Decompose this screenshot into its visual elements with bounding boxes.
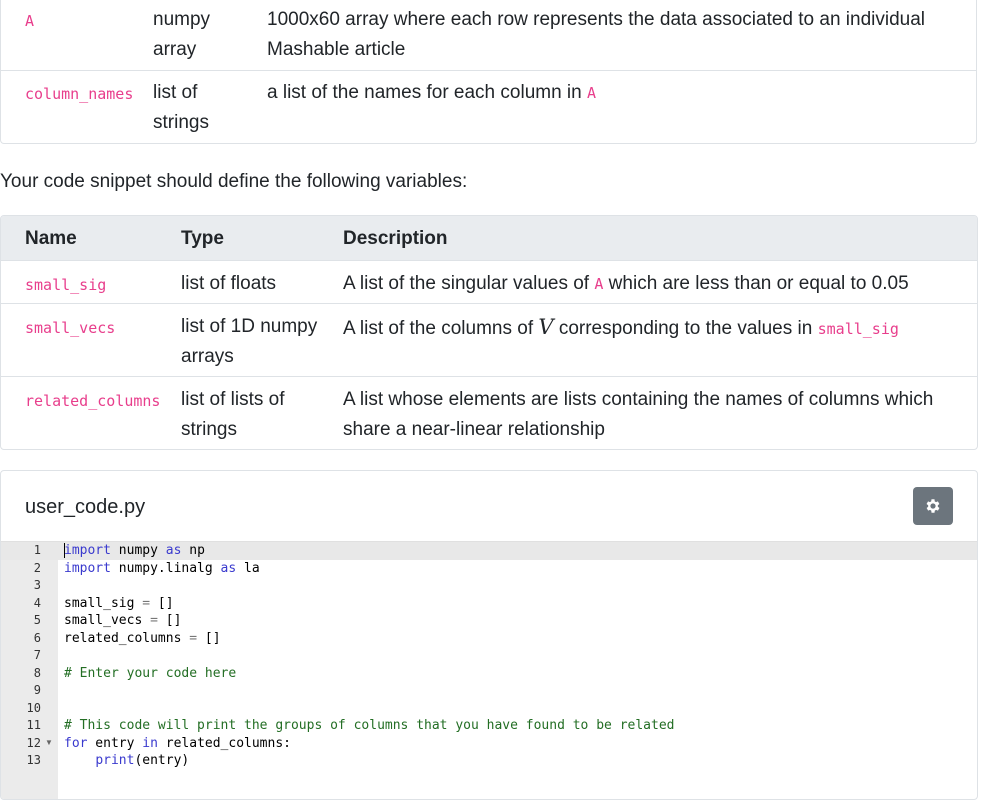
fold-arrow-icon[interactable]: ▼ xyxy=(45,738,53,747)
line-number: 2 xyxy=(33,560,41,575)
line-number: 10 xyxy=(26,700,41,715)
line-number: 9 xyxy=(33,683,41,697)
instruction-text: Your code snippet should define the foll… xyxy=(0,171,468,192)
settings-button[interactable] xyxy=(913,487,953,525)
variable-type: list of 1D numpy arrays xyxy=(181,316,318,367)
variable-name: small_sig xyxy=(25,276,107,294)
variable-type: numpy array xyxy=(153,9,211,60)
code-line: small_vecs = [] xyxy=(64,613,182,628)
code-line: import numpy as np xyxy=(64,543,205,558)
code-line: # Enter your code here xyxy=(64,665,237,681)
input-variables-table: A numpy array 1000x60 array where each r… xyxy=(0,0,977,144)
code-line: for entry in related_columns: xyxy=(64,735,291,751)
line-number: 6 xyxy=(33,630,41,645)
variable-type: list of lists of strings xyxy=(181,389,285,440)
variable-description: a list of the names for each column in A xyxy=(267,82,597,103)
line-number: 8 xyxy=(33,665,41,680)
variable-description: A list of the columns of V corresponding… xyxy=(343,315,899,339)
variable-type: list of strings xyxy=(153,82,209,133)
line-number: 13 xyxy=(26,753,41,767)
variable-name: small_vecs xyxy=(25,319,116,337)
header-description: Description xyxy=(343,228,448,249)
line-number: 1 xyxy=(33,543,41,557)
variable-name: column_names xyxy=(25,85,134,103)
code-line: related_columns = [] xyxy=(64,630,221,646)
code-line: # This code will print the groups of col… xyxy=(64,718,675,733)
line-number: 11 xyxy=(26,718,41,732)
variable-description: A list whose elements are lists containi… xyxy=(343,389,934,440)
variable-name: related_columns xyxy=(25,392,161,410)
variable-name: A xyxy=(25,12,35,30)
code-editor[interactable]: 1 2 3 4 5 6 7 8 9 10 11 12 ▼ 13 import n… xyxy=(1,541,977,799)
line-number: 12 xyxy=(26,735,41,750)
variable-description: 1000x60 array where each row represents … xyxy=(267,9,926,60)
line-number: 4 xyxy=(33,595,41,610)
table-header: Name Type Description xyxy=(1,216,977,261)
gear-icon xyxy=(926,499,940,513)
filename: user_code.py xyxy=(25,496,146,518)
variable-type: list of floats xyxy=(181,273,277,294)
variable-description: A list of the singular values of A which… xyxy=(343,273,909,294)
output-variables-table: Name Type Description small_sig list of … xyxy=(0,215,978,450)
code-editor-card: user_code.py 1 2 3 4 5 6 7 8 9 10 11 12 … xyxy=(0,470,978,800)
code-line: print(entry) xyxy=(95,753,190,768)
line-number: 5 xyxy=(33,613,41,627)
code-line: small_sig = [] xyxy=(64,595,174,611)
header-name: Name xyxy=(25,228,77,249)
code-line: import numpy.linalg as la xyxy=(64,560,260,576)
line-number: 7 xyxy=(33,648,41,662)
line-number: 3 xyxy=(33,578,41,592)
header-type: Type xyxy=(181,228,224,249)
